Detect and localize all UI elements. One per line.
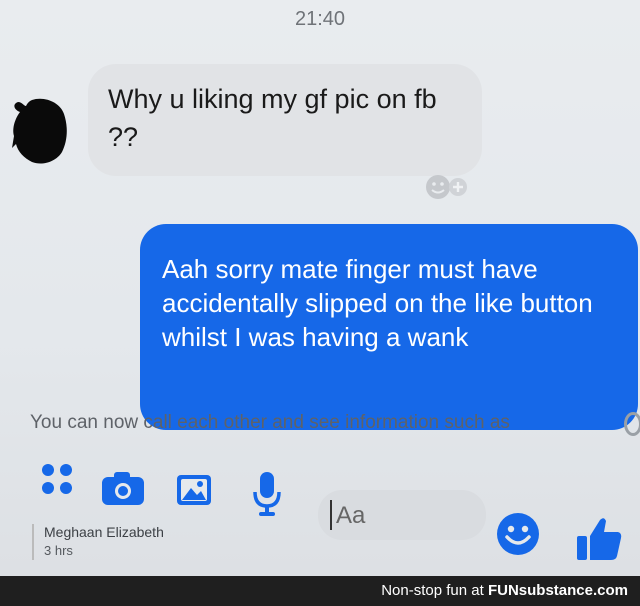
emoji-icon[interactable] [496, 512, 540, 556]
watermark-bar: Non-stop fun at FUNsubstance.com [0, 576, 640, 606]
outgoing-message-text: Aah sorry mate finger must have accident… [162, 254, 593, 352]
image-icon[interactable] [176, 474, 212, 506]
notification-time: 3 hrs [44, 543, 73, 558]
message-timestamp: 21:40 [294, 8, 346, 30]
watermark-text: Non-stop fun at FUNsubstance.com [381, 582, 628, 599]
apps-icon[interactable] [40, 462, 74, 496]
contact-avatar[interactable] [10, 96, 72, 166]
notification-divider [32, 524, 34, 560]
notification-name: Meghaan Elizabeth [44, 524, 164, 540]
watermark-prefix: Non-stop fun at [381, 582, 484, 599]
call-info-notice: You can now call each other and see info… [30, 412, 510, 433]
incoming-message-bubble[interactable]: Why u liking my gf pic on fb ?? [88, 64, 482, 176]
outgoing-message-bubble[interactable]: Aah sorry mate finger must have accident… [140, 224, 638, 430]
message-input[interactable]: Aa [318, 490, 486, 540]
text-cursor [330, 500, 332, 530]
incoming-message-text: Why u liking my gf pic on fb ?? [108, 84, 437, 152]
watermark-brand: FUNsubstance.com [487, 582, 628, 599]
message-input-placeholder: Aa [336, 502, 366, 529]
camera-icon[interactable] [100, 470, 146, 506]
thumbs-up-icon[interactable] [574, 514, 624, 564]
add-reaction-icon[interactable] [420, 172, 476, 202]
microphone-icon[interactable] [252, 470, 282, 518]
